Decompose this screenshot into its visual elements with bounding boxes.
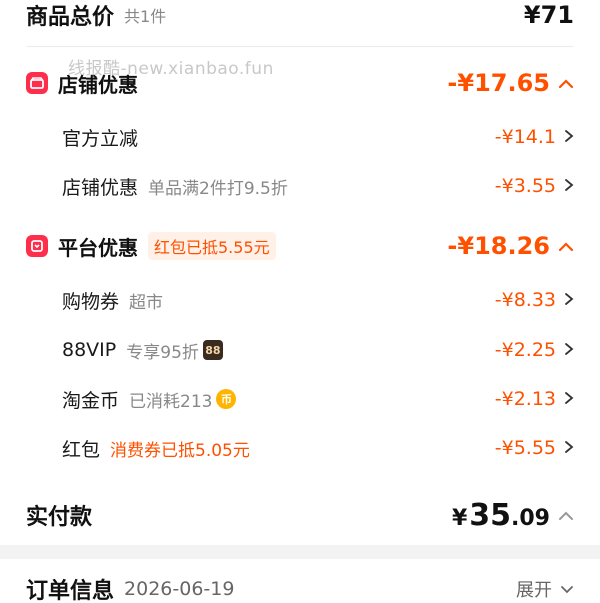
item-amount: -¥3.55	[494, 175, 556, 197]
chevron-up-icon[interactable]	[558, 237, 574, 256]
paid-currency: ¥	[451, 505, 468, 531]
store-discount-label: 店铺优惠	[58, 72, 138, 97]
vip-88-icon: 88	[202, 340, 223, 360]
summary-title: 商品总价	[26, 5, 115, 30]
chevron-up-icon[interactable]	[558, 506, 574, 525]
paid-label: 实付款	[26, 505, 93, 530]
coin-icon: 币	[216, 389, 237, 409]
order-info-label: 订单信息	[26, 579, 115, 603]
expand-label[interactable]: 展开	[516, 576, 552, 602]
divider	[26, 46, 574, 47]
list-item[interactable]: 购物券 超市 -¥8.33	[0, 285, 600, 315]
order-info-row[interactable]: 订单信息 2026-06-19 展开	[0, 574, 600, 603]
chevron-right-icon[interactable]	[564, 177, 574, 196]
store-discount-row[interactable]: 店铺优惠 -¥17.65	[0, 67, 600, 99]
item-sub: 已消耗213	[129, 391, 213, 412]
summary-row: 商品总价 共1件 ¥71	[0, 0, 600, 30]
store-discount-amount: -¥17.65	[447, 69, 550, 97]
item-amount: -¥8.33	[494, 289, 556, 311]
chevron-right-icon[interactable]	[564, 291, 574, 310]
item-sub: 单品满2件打9.5折	[148, 178, 288, 199]
list-item[interactable]: 店铺优惠 单品满2件打9.5折 -¥3.55	[0, 171, 600, 201]
summary-total: ¥71	[523, 1, 574, 29]
redpacket-tag: 红包已抵5.55元	[148, 232, 276, 260]
item-count: 共1件	[124, 7, 167, 26]
chevron-down-icon[interactable]	[560, 580, 574, 599]
paid-decimal: .09	[511, 505, 550, 531]
item-label: 购物券	[62, 290, 120, 313]
list-item[interactable]: 淘金币 已消耗213 币 -¥2.13	[0, 384, 600, 414]
list-item[interactable]: 官方立减 -¥14.1	[0, 122, 600, 152]
platform-icon	[26, 235, 48, 257]
platform-discount-row[interactable]: 平台优惠 红包已抵5.55元 -¥18.26	[0, 230, 600, 262]
list-item[interactable]: 红包 消费券已抵5.05元 -¥5.55	[0, 433, 600, 463]
order-date: 2026-06-19	[124, 578, 235, 600]
item-amount: -¥14.1	[494, 126, 556, 148]
chevron-up-icon[interactable]	[558, 74, 574, 93]
paid-row[interactable]: 实付款 ¥ 35 .09	[0, 495, 600, 535]
chevron-right-icon[interactable]	[564, 390, 574, 409]
item-sub: 消费券已抵5.05元	[110, 440, 250, 461]
item-label: 红包	[62, 438, 101, 461]
item-label: 88VIP	[62, 339, 117, 361]
item-label: 官方立减	[62, 127, 139, 150]
platform-discount-label: 平台优惠	[58, 235, 138, 260]
store-icon	[26, 72, 48, 94]
list-item[interactable]: 88VIP 专享95折 88 -¥2.25	[0, 335, 600, 365]
item-amount: -¥2.13	[494, 388, 556, 410]
paid-integer: 35	[469, 497, 512, 533]
section-gap	[0, 545, 600, 559]
item-label: 淘金币	[62, 389, 120, 412]
item-amount: -¥2.25	[494, 339, 556, 361]
item-sub: 专享95折	[126, 342, 199, 363]
chevron-right-icon[interactable]	[564, 128, 574, 147]
item-amount: -¥5.55	[494, 437, 556, 459]
item-label: 店铺优惠	[62, 176, 139, 199]
item-sub: 超市	[129, 292, 164, 313]
chevron-right-icon[interactable]	[564, 439, 574, 458]
platform-discount-amount: -¥18.26	[447, 232, 550, 260]
chevron-right-icon[interactable]	[564, 341, 574, 360]
